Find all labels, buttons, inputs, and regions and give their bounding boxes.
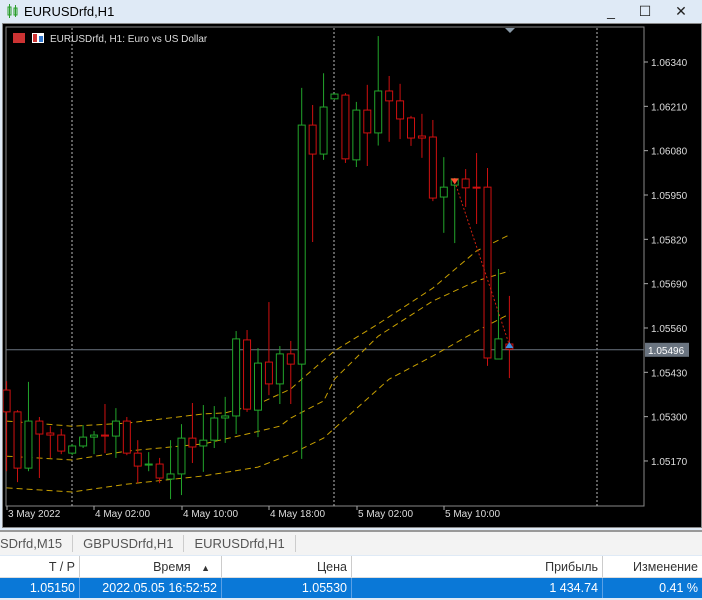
chart-shift-marker-icon[interactable] <box>505 28 515 33</box>
candle-body <box>24 420 33 469</box>
candle-body <box>330 93 339 100</box>
candle-body <box>57 434 66 452</box>
plot-border <box>5 26 645 507</box>
candle-body <box>79 436 88 447</box>
cell-tp: 1.05150 <box>0 578 80 598</box>
chart-legend-text: EURUSDrfd, H1: Euro vs US Dollar <box>50 34 208 45</box>
chart-window[interactable]: 1.06340 1.06210 1.06080 1.05950 1.05820 1.056… <box>2 23 702 528</box>
candle-body <box>144 463 153 466</box>
candle-body <box>253 362 262 411</box>
candle-body <box>286 353 295 365</box>
candle-body <box>100 434 109 437</box>
candle-body <box>2 389 11 413</box>
candle-body <box>232 338 241 417</box>
candle-body <box>363 109 372 134</box>
candle-body <box>472 186 481 189</box>
candle-body <box>396 100 405 120</box>
candle-body <box>264 361 273 385</box>
maximize-button[interactable]: ☐ <box>628 0 662 22</box>
time-label: 5 May 02:00 <box>358 509 413 520</box>
price-label: 1.06340 <box>651 58 688 69</box>
symbol-flag-icon <box>13 33 25 43</box>
title-bar: EURUSDrfd,H1 _ ☐ ✕ <box>0 0 702 22</box>
chart-tabs: SDrfd,M15 GBPUSDrfd,H1 EURUSDrfd,H1 <box>0 530 702 555</box>
header-profit[interactable]: Прибыль <box>352 556 603 577</box>
candle-body <box>188 437 197 448</box>
cell-profit: 1 434.74 <box>352 578 603 598</box>
candle-body <box>199 439 208 447</box>
candle-body <box>417 135 426 139</box>
candle-body <box>352 109 361 161</box>
price-label: 1.05560 <box>651 324 688 335</box>
price-label: 1.05820 <box>651 235 688 246</box>
candle-body <box>13 411 22 469</box>
header-price[interactable]: Цена <box>222 556 352 577</box>
candle-body <box>46 432 55 436</box>
candlestick-icon <box>7 4 18 18</box>
table-row[interactable]: 1.05150 2022.05.05 16:52:52 1.05530 1 43… <box>0 578 702 598</box>
price-label: 1.06210 <box>651 102 688 113</box>
time-label: 4 May 10:00 <box>183 509 238 520</box>
price-chart[interactable]: 1.06340 1.06210 1.06080 1.05950 1.05820 1.056… <box>2 24 702 529</box>
candle-body <box>221 415 230 419</box>
candle-body <box>133 452 142 467</box>
trade-line <box>454 181 510 346</box>
close-button[interactable]: ✕ <box>664 0 698 22</box>
candle-body <box>461 178 470 189</box>
minimize-button[interactable]: _ <box>594 0 628 22</box>
price-label: 1.05430 <box>651 368 688 379</box>
candle-body <box>385 90 394 102</box>
tab-eurusd-h1[interactable]: EURUSDrfd,H1 <box>184 535 296 552</box>
price-label: 1.05690 <box>651 280 688 291</box>
window-title: EURUSDrfd,H1 <box>24 3 115 19</box>
price-label: 1.05170 <box>651 457 688 468</box>
table-header: T / P Время ▲ Цена Прибыль Изменение <box>0 556 702 578</box>
price-label: 1.05950 <box>651 191 688 202</box>
candle-body <box>275 353 284 385</box>
time-label: 4 May 02:00 <box>95 509 150 520</box>
candle-body <box>166 473 175 480</box>
header-time[interactable]: Время ▲ <box>80 556 222 577</box>
candle-body <box>68 445 77 454</box>
candle-body <box>122 420 131 454</box>
candle-body <box>111 420 120 437</box>
cell-time: 2022.05.05 16:52:52 <box>80 578 222 598</box>
time-label: 3 May 2022 <box>8 509 61 520</box>
candle-body <box>494 338 503 360</box>
sort-ascending-icon: ▲ <box>201 563 211 573</box>
cell-price: 1.05530 <box>222 578 352 598</box>
candle-body <box>308 124 317 155</box>
header-time-label: Время <box>153 560 191 574</box>
tab-gbpusd-h1[interactable]: GBPUSDrfd,H1 <box>73 535 185 552</box>
candle-body <box>341 94 350 160</box>
candle-body <box>155 463 164 479</box>
candle-body <box>35 420 44 435</box>
legend: EURUSDrfd, H1: Euro vs US Dollar <box>13 33 208 45</box>
candle-body <box>428 136 437 199</box>
tab-eurusd-m15[interactable]: SDrfd,M15 <box>0 535 74 552</box>
candle-body <box>439 186 448 198</box>
time-label: 4 May 18:00 <box>270 509 325 520</box>
cell-change: 0.41 % <box>659 581 698 595</box>
candle-body <box>90 434 99 438</box>
candle-body <box>319 106 328 155</box>
candle-body <box>177 437 186 475</box>
candle-body <box>374 90 383 134</box>
candle-body <box>210 417 219 441</box>
price-label: 1.06080 <box>651 147 688 158</box>
time-label: 5 May 10:00 <box>445 509 500 520</box>
header-tp[interactable]: T / P <box>0 556 80 577</box>
candle-body <box>297 124 306 365</box>
header-change[interactable]: Изменение <box>603 556 702 577</box>
candle-body <box>243 339 252 410</box>
price-label: 1.05300 <box>651 413 688 424</box>
current-price-label: 1.05496 <box>648 346 685 357</box>
candle-body <box>407 117 416 139</box>
